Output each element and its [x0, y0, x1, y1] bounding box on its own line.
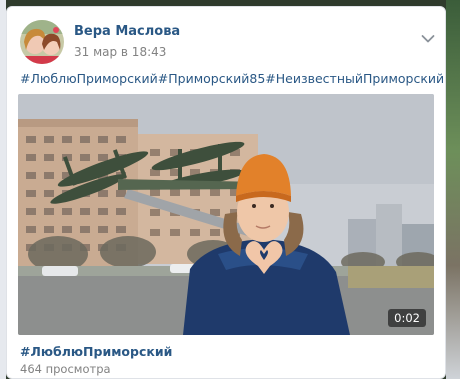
- video-title[interactable]: #ЛюблюПриморский: [20, 344, 172, 359]
- video-duration: 0:02: [388, 309, 426, 327]
- post-hashtags[interactable]: #ЛюблюПриморский#Приморский85#Неизвестны…: [20, 71, 444, 86]
- video-thumbnail: [18, 94, 434, 335]
- post-date[interactable]: 31 мар в 18:43: [74, 45, 166, 59]
- chevron-down-icon[interactable]: [421, 29, 435, 43]
- background-right-edge: [446, 0, 460, 379]
- author-name[interactable]: Вера Маслова: [74, 24, 180, 39]
- post-card: Вера Маслова 31 мар в 18:43 #ЛюблюПримор…: [6, 6, 446, 379]
- video-player[interactable]: 0:02: [18, 94, 434, 335]
- author-avatar[interactable]: [20, 20, 64, 64]
- video-views: 464 просмотра: [20, 362, 111, 376]
